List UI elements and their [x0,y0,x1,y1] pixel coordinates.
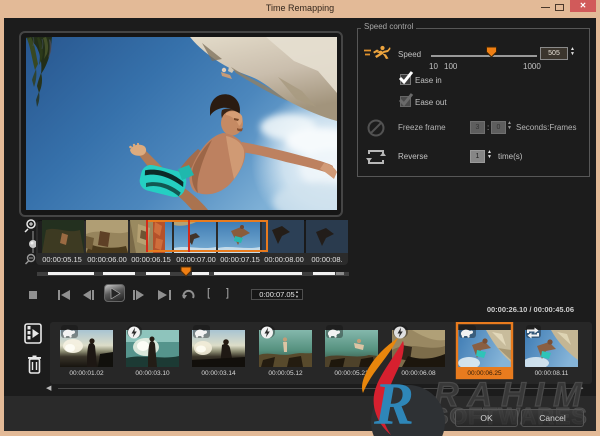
svg-text:R: R [373,371,414,436]
